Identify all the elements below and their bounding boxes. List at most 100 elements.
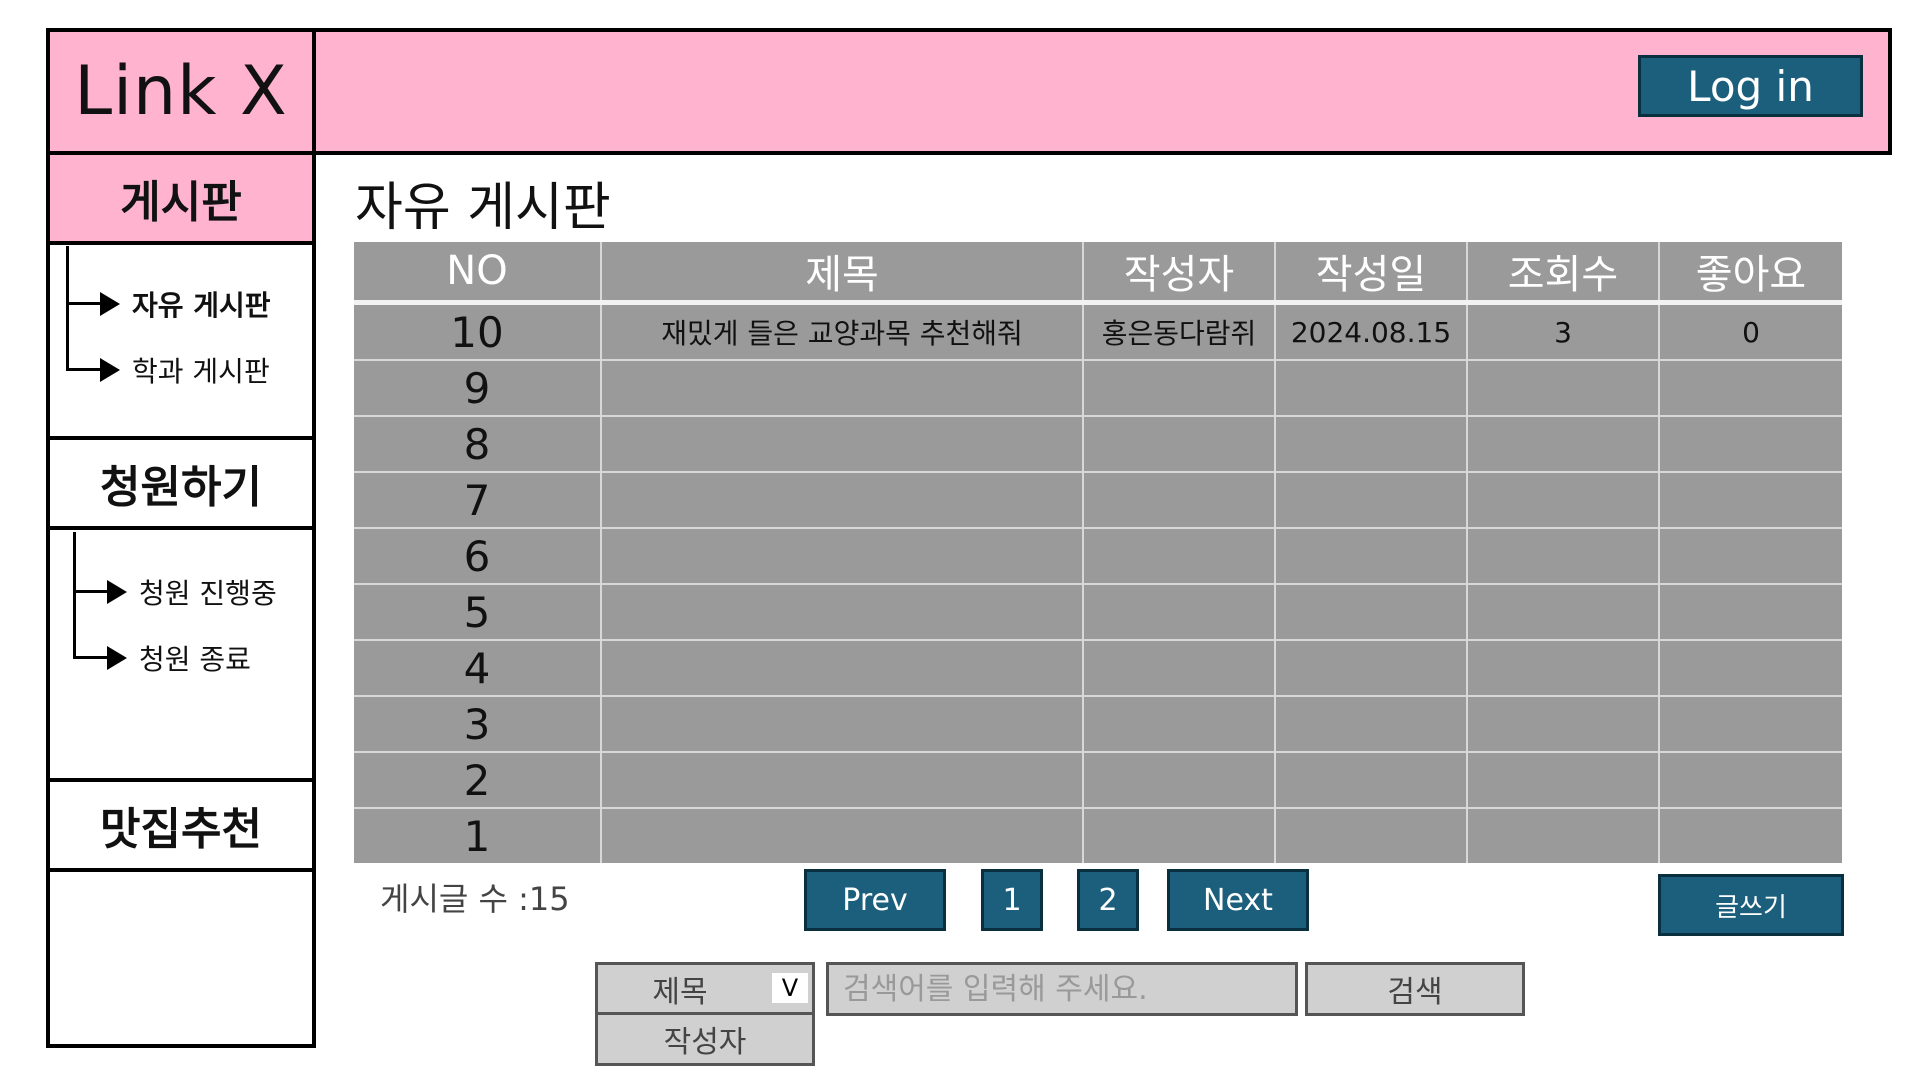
table-row[interactable]: 10 재밌게 들은 교양과목 추천해줘 홍은동다람쥐 2024.08.15 3 0 bbox=[354, 302, 1842, 361]
cell-views: 3 bbox=[1466, 302, 1659, 361]
cell-title[interactable] bbox=[600, 360, 1083, 417]
arrow-right-icon bbox=[100, 292, 120, 316]
cell-views bbox=[1466, 696, 1659, 753]
prev-page-button[interactable]: Prev bbox=[804, 869, 946, 931]
cell-date bbox=[1274, 752, 1467, 809]
table-header-row: NO 제목 작성자 작성일 조회수 좋아요 bbox=[354, 242, 1842, 305]
table-row[interactable]: 5 bbox=[354, 584, 1842, 641]
table-row[interactable]: 6 bbox=[354, 528, 1842, 585]
table-row[interactable]: 2 bbox=[354, 752, 1842, 809]
cell-views bbox=[1466, 472, 1659, 529]
cell-likes bbox=[1658, 416, 1842, 473]
chevron-down-icon[interactable]: V bbox=[772, 973, 808, 1003]
sidebar-item-label: 청원 종료 bbox=[139, 643, 251, 676]
cell-title[interactable]: 재밌게 들은 교양과목 추천해줘 bbox=[600, 302, 1083, 361]
cell-views bbox=[1466, 752, 1659, 809]
page-button-1[interactable]: 1 bbox=[981, 869, 1043, 931]
search-type-option-author[interactable]: 작성자 bbox=[595, 1012, 815, 1066]
login-button[interactable]: Log in bbox=[1638, 55, 1863, 117]
cell-date bbox=[1274, 584, 1467, 641]
cell-no: 3 bbox=[354, 696, 601, 753]
search-input[interactable] bbox=[826, 962, 1298, 1016]
cell-no: 5 bbox=[354, 584, 601, 641]
sidebar-item-label: 학과 게시판 bbox=[132, 355, 270, 388]
cell-author bbox=[1082, 416, 1275, 473]
cell-date bbox=[1274, 808, 1467, 863]
page-button-2[interactable]: 2 bbox=[1077, 869, 1139, 931]
cell-title[interactable] bbox=[600, 416, 1083, 473]
cell-title[interactable] bbox=[600, 752, 1083, 809]
cell-no: 7 bbox=[354, 472, 601, 529]
cell-likes bbox=[1658, 752, 1842, 809]
cell-views bbox=[1466, 528, 1659, 585]
table-row[interactable]: 3 bbox=[354, 696, 1842, 753]
sidebar-category-restaurant[interactable]: 맛집추천 bbox=[46, 778, 316, 872]
cell-author bbox=[1082, 360, 1275, 417]
cell-likes bbox=[1658, 472, 1842, 529]
search-button[interactable]: 검색 bbox=[1305, 962, 1525, 1016]
cell-likes bbox=[1658, 696, 1842, 753]
column-header-date: 작성일 bbox=[1274, 242, 1467, 305]
sidebar-category-petition[interactable]: 청원하기 bbox=[46, 436, 316, 530]
arrow-right-icon bbox=[100, 358, 120, 382]
cell-no: 10 bbox=[354, 302, 601, 361]
cell-no: 6 bbox=[354, 528, 601, 585]
arrow-right-icon bbox=[107, 580, 127, 604]
cell-author bbox=[1082, 752, 1275, 809]
cell-title[interactable] bbox=[600, 472, 1083, 529]
cell-author bbox=[1082, 584, 1275, 641]
cell-date bbox=[1274, 640, 1467, 697]
cell-author bbox=[1082, 640, 1275, 697]
cell-likes bbox=[1658, 360, 1842, 417]
table-row[interactable]: 7 bbox=[354, 472, 1842, 529]
column-header-views: 조회수 bbox=[1466, 242, 1659, 305]
cell-no: 8 bbox=[354, 416, 601, 473]
cell-no: 2 bbox=[354, 752, 601, 809]
search-type-selected: 제목 bbox=[652, 975, 708, 1010]
cell-views bbox=[1466, 640, 1659, 697]
table-row[interactable]: 1 bbox=[354, 808, 1842, 863]
column-header-no: NO bbox=[354, 242, 601, 305]
cell-no: 1 bbox=[463, 811, 491, 861]
cell-date bbox=[1274, 360, 1467, 417]
cell-author bbox=[1082, 528, 1275, 585]
cell-title[interactable] bbox=[600, 696, 1083, 753]
write-post-button[interactable]: 글쓰기 bbox=[1658, 874, 1844, 936]
cell-date: 2024.08.15 bbox=[1274, 302, 1467, 361]
cell-title[interactable] bbox=[600, 584, 1083, 641]
sidebar-category-board[interactable]: 게시판 bbox=[46, 151, 316, 245]
cell-no: 9 bbox=[354, 360, 601, 417]
sidebar-item-petition-ongoing[interactable]: 청원 진행중 bbox=[107, 572, 277, 612]
cell-date bbox=[1274, 696, 1467, 753]
cell-title[interactable] bbox=[600, 640, 1083, 697]
next-page-button[interactable]: Next bbox=[1167, 869, 1309, 931]
column-header-title: 제목 bbox=[600, 242, 1083, 305]
cell-likes bbox=[1658, 528, 1842, 585]
arrow-right-icon bbox=[107, 646, 127, 670]
cell-no: 4 bbox=[354, 640, 601, 697]
cell-likes bbox=[1658, 584, 1842, 641]
table-row[interactable]: 8 bbox=[354, 416, 1842, 473]
sidebar-item-label: 자유 게시판 bbox=[132, 289, 271, 322]
table-row[interactable]: 4 bbox=[354, 640, 1842, 697]
cell-author bbox=[1082, 808, 1275, 863]
cell-author bbox=[1082, 472, 1275, 529]
cell-likes bbox=[1658, 808, 1842, 863]
column-header-author: 작성자 bbox=[1082, 242, 1275, 305]
cell-date bbox=[1274, 528, 1467, 585]
table-row[interactable]: 9 bbox=[354, 360, 1842, 417]
cell-title[interactable] bbox=[600, 808, 1083, 863]
cell-author: 홍은동다람쥐 bbox=[1082, 302, 1275, 361]
cell-date bbox=[1274, 472, 1467, 529]
cell-likes: 0 bbox=[1658, 302, 1842, 361]
cell-views bbox=[1466, 360, 1659, 417]
logo[interactable]: Link X bbox=[46, 28, 316, 155]
cell-title[interactable] bbox=[600, 528, 1083, 585]
cell-views bbox=[1466, 416, 1659, 473]
sidebar-item-dept-board[interactable]: 학과 게시판 bbox=[100, 350, 270, 390]
column-header-likes: 좋아요 bbox=[1658, 242, 1842, 305]
sidebar-item-petition-closed[interactable]: 청원 종료 bbox=[107, 638, 251, 678]
sidebar-item-free-board[interactable]: 자유 게시판 bbox=[100, 284, 271, 324]
post-count: 게시글 수 :15 bbox=[380, 880, 570, 918]
board-table: NO 제목 작성자 작성일 조회수 좋아요 10 재밌게 들은 교양과목 추천해줘… bbox=[354, 242, 1842, 863]
